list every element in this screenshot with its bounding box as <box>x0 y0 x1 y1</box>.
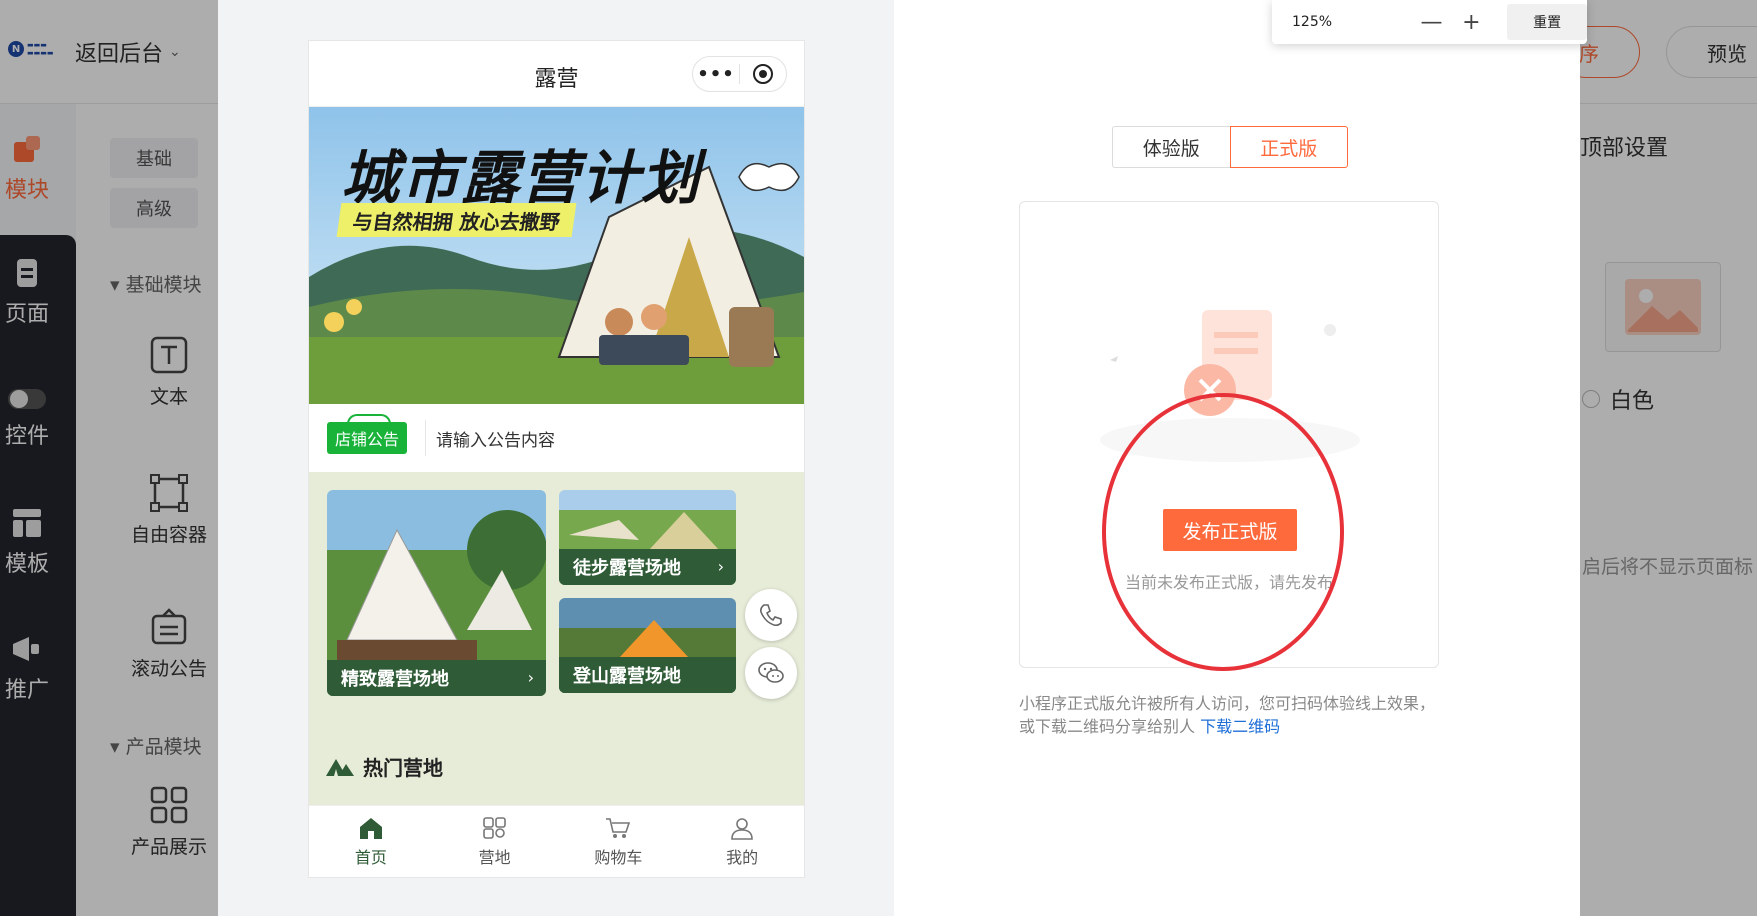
cart-icon <box>606 817 631 838</box>
tab-home[interactable]: 首页 <box>309 806 433 877</box>
more-dots-icon[interactable]: ••• <box>693 64 739 85</box>
grid-search-icon <box>482 816 506 839</box>
tab-campsite[interactable]: 营地 <box>433 806 557 877</box>
wechat-button[interactable] <box>745 647 797 699</box>
hero-banner[interactable]: 城市露营计划 与自然相拥 放心去撒野 <box>309 107 804 404</box>
tab-cart[interactable]: 购物车 <box>557 806 681 877</box>
notice-divider <box>425 420 426 456</box>
phone-nav-bar: 露营 ••• <box>309 41 804 107</box>
tab-trial-version[interactable]: 体验版 <box>1112 126 1230 168</box>
zoom-in-button[interactable]: + <box>1451 0 1491 44</box>
tab-home-label: 首页 <box>354 847 387 867</box>
shop-notice-bar[interactable]: 店铺公告 请输入公告内容 <box>309 404 804 472</box>
tab-mine[interactable]: 我的 <box>680 806 804 877</box>
release-description: 小程序正式版允许被所有人访问，您可扫码体验线上效果，或下载二维码分享给别人 下载… <box>1019 692 1439 738</box>
empty-state-illustration <box>1100 310 1360 462</box>
card-mountain-camp[interactable]: 登山露营场地 <box>559 598 736 693</box>
notice-badge: 店铺公告 <box>327 414 407 454</box>
card-mountain-label: 登山露营场地 <box>573 666 681 687</box>
publish-release-button[interactable]: 发布正式版 <box>1163 509 1297 551</box>
phone-icon <box>760 604 782 627</box>
phone-preview: 露营 ••• 城市露营计划 与自然相拥 放心去撒野 店铺公告 请输入公告内容 精… <box>309 41 804 877</box>
publish-release-label: 发布正式版 <box>1182 520 1278 543</box>
tab-release-version[interactable]: 正式版 <box>1229 126 1348 168</box>
hot-campsites-label: 热门营地 <box>363 756 443 780</box>
card-hiking-label: 徒步露营场地 <box>573 558 681 579</box>
chevron-right-icon: › <box>527 668 534 687</box>
zoom-popup: 125% — + 重置 <box>1272 0 1588 44</box>
notice-text: 请输入公告内容 <box>436 430 555 451</box>
card-label: 精致露营场地 › <box>327 660 546 696</box>
trial-version-label: 体验版 <box>1142 137 1200 160</box>
zoom-level: 125% <box>1292 14 1333 30</box>
card-hiking-camp[interactable]: 徒步露营场地 › <box>559 490 736 585</box>
release-version-label: 正式版 <box>1260 137 1318 160</box>
version-segmented-control: 体验版 正式版 <box>1112 126 1348 168</box>
zoom-out-button[interactable]: — <box>1412 0 1452 44</box>
miniprogram-capsule[interactable]: ••• <box>692 56 787 92</box>
user-icon <box>731 817 753 840</box>
banner-subtitle: 与自然相拥 放心去撒野 <box>336 203 577 237</box>
release-hint: 当前未发布正式版，请先发布 <box>1124 573 1333 592</box>
phone-tab-bar: 首页 营地 购物车 我的 <box>309 805 804 877</box>
tab-campsite-label: 营地 <box>478 847 511 867</box>
phone-call-button[interactable] <box>745 589 797 641</box>
card-deluxe-label: 精致露营场地 <box>341 669 449 690</box>
card-label: 登山露营场地 <box>559 657 736 693</box>
tab-cart-label: 购物车 <box>594 847 643 867</box>
chevron-right-icon: › <box>717 557 724 576</box>
card-label: 徒步露营场地 › <box>559 549 736 585</box>
wechat-icon <box>758 662 784 683</box>
hot-campsites-heading: 热门营地 <box>325 752 443 781</box>
home-icon <box>359 817 382 839</box>
campsite-cards: 精致露营场地 › 徒步露营场地 › 登山露营场地 热门营地 <box>309 472 804 805</box>
download-qr-link[interactable]: 下载二维码 <box>1200 717 1280 736</box>
tab-mine-label: 我的 <box>726 847 759 867</box>
card-deluxe-camp[interactable]: 精致露营场地 › <box>327 490 546 696</box>
close-target-icon[interactable] <box>740 63 786 85</box>
zoom-reset-button[interactable]: 重置 <box>1507 4 1588 40</box>
tent-icon <box>326 758 354 776</box>
